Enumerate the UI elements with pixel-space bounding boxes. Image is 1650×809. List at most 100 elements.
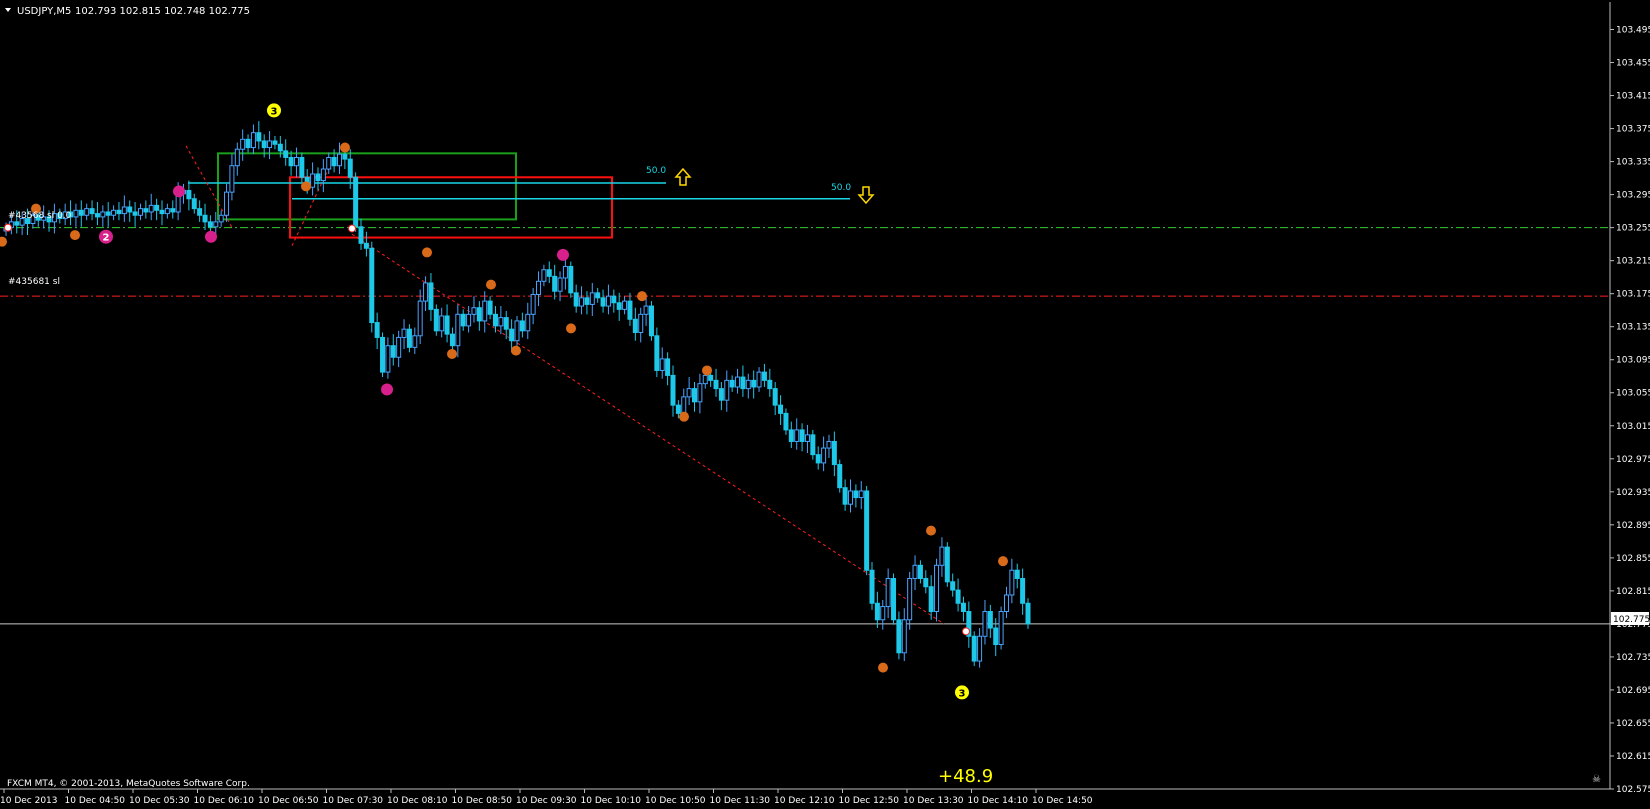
candle-body — [460, 313, 466, 327]
orange-signal-marker — [301, 181, 311, 192]
x-tick-label: 10 Dec 10:10 — [581, 796, 642, 806]
y-tick-label: 102.695 — [1616, 686, 1650, 696]
candle-body — [498, 317, 504, 327]
candle-body — [272, 140, 278, 145]
candle-body — [89, 208, 95, 215]
candle-body — [1003, 594, 1009, 613]
y-tick-label: 103.255 — [1616, 224, 1650, 234]
candle-body — [579, 297, 585, 307]
candle-body — [643, 305, 649, 315]
candle-body — [912, 564, 918, 579]
candle-body — [541, 269, 547, 282]
candle-body — [396, 336, 402, 358]
candle-body — [697, 383, 703, 403]
y-tick-label: 103.495 — [1616, 26, 1650, 36]
x-tick-label: 10 Dec 06:50 — [258, 796, 319, 806]
candle-body — [503, 317, 509, 330]
candle-body — [826, 440, 832, 449]
candle-body — [148, 204, 154, 213]
orange-signal-marker — [340, 142, 350, 153]
candle-body — [885, 577, 891, 608]
candle-body — [336, 153, 342, 167]
orange-signal-marker — [511, 345, 521, 356]
y-tick-label: 102.895 — [1616, 521, 1650, 531]
candle-body — [197, 208, 203, 216]
candle-body — [245, 138, 251, 149]
candle-body — [772, 388, 778, 406]
candle-body — [73, 209, 79, 218]
candle-body — [353, 176, 359, 228]
ohlc-label: 102.793 102.815 102.748 102.775 — [75, 6, 250, 17]
y-tick-label: 102.575 — [1616, 785, 1650, 795]
y-tick-label: 103.375 — [1616, 125, 1650, 135]
y-tick-label: 103.055 — [1616, 389, 1650, 399]
orange-signal-marker — [70, 230, 80, 241]
candle-body — [256, 132, 262, 142]
candle-body — [315, 173, 321, 182]
candle-body — [874, 602, 880, 621]
candle-body — [111, 209, 117, 216]
orange-signal-marker — [878, 662, 888, 673]
candle-body — [713, 379, 719, 390]
candle-body — [799, 429, 805, 442]
candle-body — [100, 211, 106, 218]
candle-body — [342, 153, 348, 160]
candle-body — [218, 214, 224, 223]
candle-body — [627, 300, 633, 320]
candle-body — [116, 209, 122, 215]
candle-body — [831, 440, 837, 466]
x-tick-label: 10 Dec 13:30 — [903, 796, 964, 806]
candle-body — [821, 447, 827, 464]
candle-body — [390, 345, 396, 358]
candle-body — [686, 388, 692, 398]
candle-body — [998, 611, 1004, 646]
candle-body — [589, 292, 595, 305]
x-tick-label: 10 Dec 12:10 — [774, 796, 835, 806]
candle-body — [525, 313, 531, 332]
candle-body — [708, 374, 714, 381]
chart-background — [0, 0, 1650, 809]
order-marker — [4, 223, 12, 232]
candle-body — [950, 581, 956, 591]
candle-body — [611, 295, 617, 304]
order-marker — [962, 627, 970, 636]
candle-body — [745, 379, 751, 390]
price-chart[interactable]: 103.495 103.455 103.415 103.375 103.335 103.2… — [0, 0, 1650, 809]
y-tick-label: 102.815 — [1616, 587, 1650, 597]
candle-body — [487, 300, 493, 315]
candle-body — [923, 577, 929, 588]
candle-body — [896, 619, 902, 654]
candle-body — [186, 189, 192, 200]
y-tick-label: 102.735 — [1616, 653, 1650, 663]
magenta-signal-marker — [205, 230, 217, 243]
candle-body — [718, 388, 724, 401]
candle-body — [288, 156, 294, 167]
x-tick-label: 10 Dec 07:30 — [323, 796, 384, 806]
profit-label: +48.9 — [938, 766, 993, 787]
candle-body — [137, 208, 143, 216]
candle-body — [837, 464, 843, 489]
candle-body — [729, 379, 735, 388]
candle-body — [347, 158, 353, 178]
candle-body — [191, 198, 197, 210]
candle-body — [692, 388, 698, 403]
candle-body — [622, 300, 628, 310]
candle-body — [778, 404, 784, 414]
candle-body — [299, 156, 305, 178]
candle-body — [380, 336, 386, 373]
candle-body — [1014, 569, 1020, 579]
y-tick-label: 103.215 — [1616, 257, 1650, 267]
candle-body — [444, 315, 450, 335]
candle-body — [519, 320, 525, 332]
candle-body — [605, 295, 611, 307]
candle-body — [960, 602, 966, 613]
candle-body — [283, 150, 289, 158]
x-tick-label: 10 Dec 14:10 — [968, 796, 1029, 806]
candle-body — [568, 265, 574, 294]
fib-label-1: 50.0 — [646, 166, 666, 176]
y-tick-label: 103.095 — [1616, 356, 1650, 366]
candle-body — [557, 277, 563, 292]
candle-body — [514, 320, 520, 342]
y-tick-label: 102.975 — [1616, 455, 1650, 465]
candle-body — [880, 606, 886, 621]
